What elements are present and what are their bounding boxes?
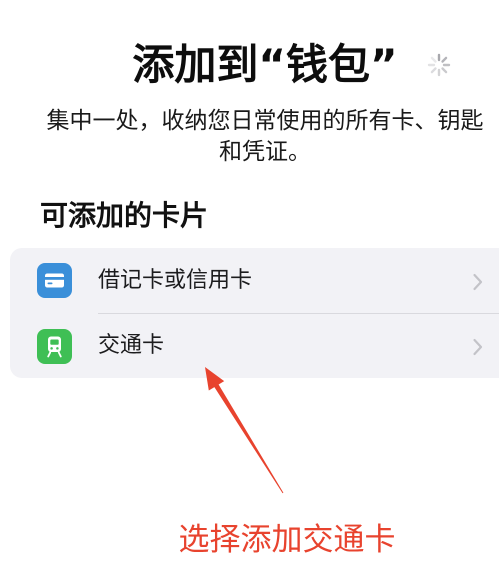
card-options-list: 借记卡或信用卡 交通卡 <box>10 248 499 378</box>
subtitle-line-2: 和凭证。 <box>219 139 311 165</box>
chevron-right-icon <box>472 272 484 292</box>
subtitle-line-1: 集中一处，收纳您日常使用的所有卡、钥匙 <box>46 108 484 134</box>
credit-card-icon <box>37 263 72 298</box>
spinner-icon <box>426 52 452 78</box>
section-title: 可添加的卡片 <box>40 199 209 232</box>
annotation-caption: 选择添加交通卡 <box>178 522 396 558</box>
card-option-label: 借记卡或信用卡 <box>98 268 253 293</box>
card-option-label: 交通卡 <box>98 333 165 358</box>
card-option-debit-credit[interactable]: 借记卡或信用卡 <box>10 248 499 313</box>
card-option-transit[interactable]: 交通卡 <box>10 313 499 378</box>
chevron-right-icon <box>472 337 484 357</box>
train-icon <box>37 329 72 364</box>
annotation-arrow <box>205 367 284 494</box>
